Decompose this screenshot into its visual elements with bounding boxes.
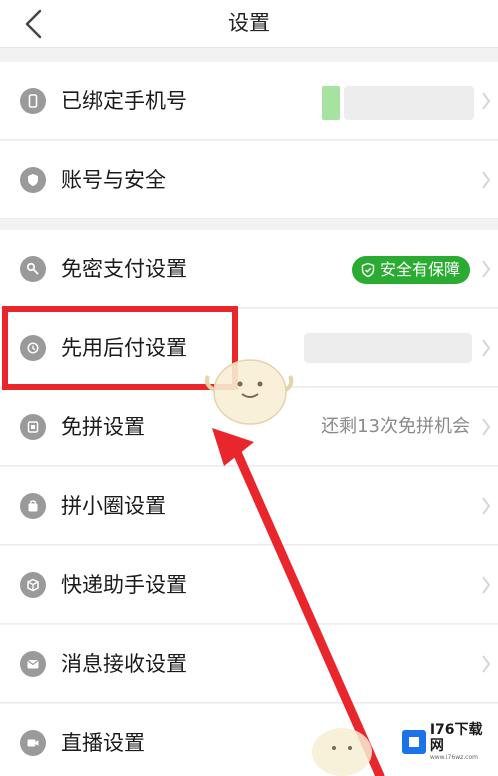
row-label: 消息接收设置 — [61, 652, 187, 676]
shield-icon — [20, 167, 46, 193]
header-bar: 设置 — [0, 0, 498, 48]
settings-page: 设置 已绑定手机号 账号与安全 免密支付设置 安全有保障 先用后付设置 免拼设置… — [0, 0, 498, 776]
chevron-right-icon — [482, 655, 491, 673]
row-label: 账号与安全 — [61, 168, 166, 192]
chevron-right-icon — [482, 576, 491, 594]
remaining-count-text: 还剩13次免拼机会 — [321, 416, 470, 437]
mascot-icon — [204, 359, 294, 425]
row-express-assistant[interactable]: 快递助手设置 — [0, 546, 498, 624]
row-label: 快递助手设置 — [61, 573, 187, 597]
chevron-right-icon — [482, 339, 491, 357]
row-password-free-pay[interactable]: 免密支付设置 安全有保障 — [0, 230, 498, 308]
mascot-icon — [312, 728, 372, 776]
row-pinxiaoquan[interactable]: 拼小圈设置 — [0, 467, 498, 545]
watermark-site: www.i76wz.com — [429, 754, 478, 761]
phone-icon — [20, 88, 46, 114]
page-title: 设置 — [228, 11, 270, 35]
logo-icon — [402, 730, 426, 754]
blurred-phone-number — [344, 86, 474, 120]
blurred-status-value — [304, 333, 472, 363]
row-account-security[interactable]: 账号与安全 — [0, 141, 498, 219]
watermark-brand: I76下载网 — [429, 722, 483, 754]
key-icon — [20, 256, 46, 282]
chevron-right-icon — [482, 171, 491, 189]
chevron-right-icon — [482, 92, 491, 110]
row-label: 已绑定手机号 — [61, 89, 187, 113]
row-bound-phone[interactable]: 已绑定手机号 — [0, 62, 498, 140]
chevron-right-icon — [482, 260, 491, 278]
video-icon — [20, 730, 46, 756]
bag-icon — [20, 493, 46, 519]
masked-value-marker — [322, 86, 340, 120]
chevron-right-icon — [482, 497, 491, 515]
watermark-logo: I76下载网 www.i76wz.com — [400, 722, 496, 761]
badge-text: 安全有保障 — [379, 260, 460, 279]
row-message-receive[interactable]: 消息接收设置 — [0, 625, 498, 703]
chevron-right-icon — [482, 418, 491, 436]
security-badge: 安全有保障 — [351, 256, 470, 284]
package-icon — [20, 572, 46, 598]
shield-check-icon — [361, 262, 375, 278]
row-label: 免拼设置 — [61, 415, 145, 439]
row-label: 拼小圈设置 — [61, 494, 166, 518]
row-label: 直播设置 — [61, 731, 145, 755]
message-icon — [20, 651, 46, 677]
group-free-icon — [20, 414, 46, 440]
row-label: 免密支付设置 — [61, 257, 187, 281]
